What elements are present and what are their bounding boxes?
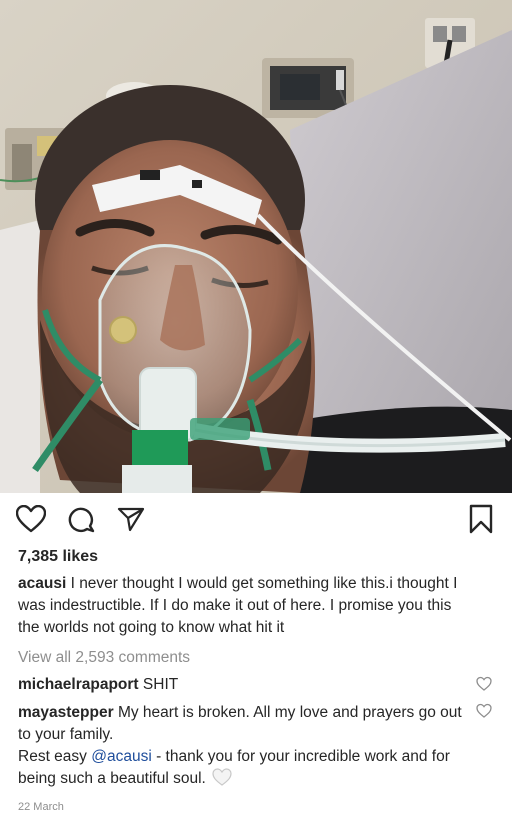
caption-text: I never thought I would get something li… xyxy=(18,575,458,636)
view-all-comments-link[interactable]: View all 2,593 comments xyxy=(18,649,190,667)
white-heart-emoji-icon xyxy=(212,768,232,786)
comment-username[interactable]: michaelrapaport xyxy=(18,676,139,693)
bookmark-icon[interactable] xyxy=(466,504,496,534)
comment-item: mayastepper My heart is broken. All my l… xyxy=(18,702,466,790)
post-date: 22 March xyxy=(18,801,64,813)
caption-username[interactable]: acausi xyxy=(18,575,66,592)
heart-outline-icon[interactable] xyxy=(16,504,46,534)
post-action-bar xyxy=(0,500,512,542)
comment-item: michaelrapaport SHIT xyxy=(18,674,466,696)
comment-bubble-icon[interactable] xyxy=(66,504,96,534)
hospital-selfie-image xyxy=(0,0,512,493)
mention-link[interactable]: @acausi xyxy=(91,748,152,765)
likes-count[interactable]: 7,385 likes xyxy=(18,548,98,566)
comment-like-heart-icon[interactable] xyxy=(476,703,492,719)
comment-username[interactable]: mayastepper xyxy=(18,704,114,721)
comment-text: SHIT xyxy=(142,676,179,693)
paper-plane-icon[interactable] xyxy=(116,504,146,534)
post-caption: acausi I never thought I would get somet… xyxy=(18,573,468,639)
post-photo[interactable] xyxy=(0,0,512,493)
comment-text: Rest easy xyxy=(18,748,92,765)
comment-like-heart-icon[interactable] xyxy=(476,676,492,692)
